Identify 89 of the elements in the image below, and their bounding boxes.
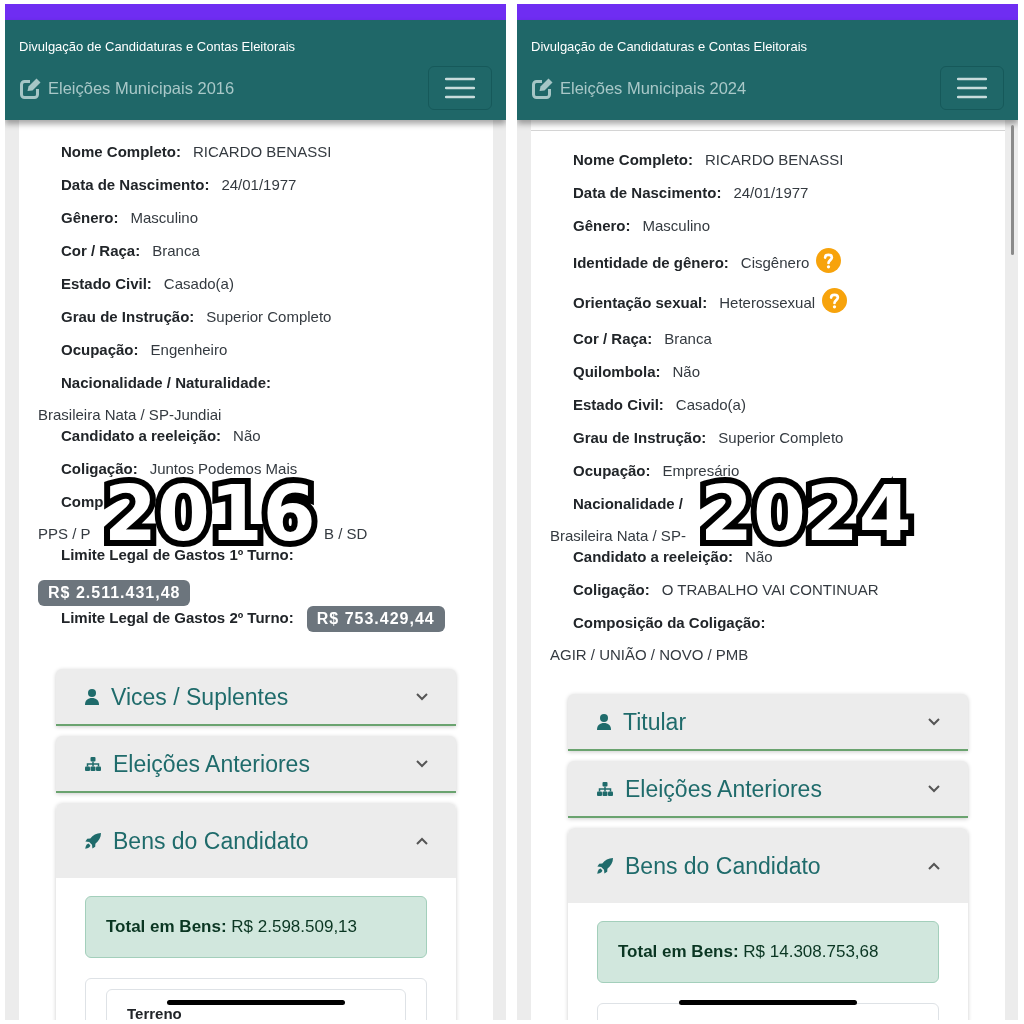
field-label: Ocupação: [573, 461, 651, 482]
chevron-down-icon [928, 717, 940, 726]
field-value: Branca [152, 241, 200, 262]
field-value: Heterossexual [719, 292, 816, 313]
field-label: Limite Legal de Gastos 2º Turno: [61, 608, 294, 629]
field-value: Masculino [642, 216, 711, 237]
field-label: Quilombola: [573, 362, 661, 383]
field-value: RICARDO BENASSI [705, 150, 844, 171]
field-label: Data de Nascimento: [61, 175, 210, 196]
field-value: Engenheiro [150, 340, 228, 361]
field-label: Grau de Instrução: [573, 428, 707, 449]
field-value: Brasileira Nata / SP- [550, 527, 686, 545]
field-label: Estado Civil: [61, 274, 152, 295]
field-value: Não [672, 362, 701, 383]
field-label: Limite Legal de Gastos 1º Turno: [61, 546, 294, 566]
amount-badge: R$ 753.429,44 [306, 605, 445, 632]
field-label: Nome Completo: [573, 150, 693, 171]
field-value: Cisgênero [740, 252, 810, 273]
field-label: Data de Nascimento: [573, 183, 722, 204]
field-value: Branca [664, 329, 712, 350]
edit-icon [531, 77, 554, 99]
year-overlay: 2016 [104, 479, 316, 549]
accordion-header[interactable]: Eleições Anteriores [56, 736, 456, 793]
field-label: Candidato a reeleição: [573, 547, 734, 568]
scrollbar[interactable] [1011, 125, 1014, 255]
field-value: B / SD [324, 525, 368, 543]
person-icon [597, 713, 611, 730]
field-label: Estado Civil: [573, 395, 664, 416]
person-icon [85, 688, 99, 705]
field-value: AGIR / UNIÃO / NOVO / PMB [550, 646, 749, 664]
site-title: Divulgação de Candidaturas e Contas Eleitorais [531, 38, 808, 56]
accordion-header[interactable]: Vices / Suplentes [56, 669, 456, 726]
field-value: Brasileira Nata / SP-Jundiai [38, 406, 222, 424]
election-link[interactable]: Eleições Municipais 2016 [19, 75, 235, 101]
field-label: Cor / Raça: [573, 329, 653, 350]
field-label: Nacionalidade / Naturalidade: [61, 373, 272, 394]
menu-button[interactable] [940, 66, 1004, 110]
chevron-up-icon [416, 836, 428, 845]
total-assets-alert: Total em Bens: R$ 2.598.509,13 [85, 896, 427, 958]
field-label: Gênero: [573, 216, 631, 237]
menu-icon [957, 77, 987, 99]
amount-badge: R$ 2.511.431,48 [38, 580, 191, 606]
field-label: Orientação sexual: [573, 292, 708, 313]
field-value: Juntos Podemos Mais [149, 459, 298, 478]
accordion-header[interactable]: Eleições Anteriores [568, 761, 968, 818]
election-link[interactable]: Eleições Municipais 2024 [531, 75, 747, 101]
field-value: Superior Completo [718, 428, 844, 449]
chevron-down-icon [416, 759, 428, 768]
field-label: Grau de Instrução: [61, 307, 195, 328]
field-label: Ocupação: [61, 340, 139, 361]
chevron-down-icon [928, 784, 940, 793]
accordion-header[interactable]: Bens do Candidato [56, 803, 456, 878]
field-value: Casado(a) [163, 274, 234, 295]
asset-name: Terreno [127, 1005, 182, 1020]
field-value: Não [745, 547, 773, 568]
menu-icon [445, 77, 475, 99]
field-value: Não [233, 426, 261, 447]
sitemap-icon [85, 756, 101, 771]
help-icon[interactable] [822, 288, 848, 313]
field-value: Superior Completo [206, 307, 332, 328]
field-label: Comp [61, 492, 104, 513]
field-value: O TRABALHO VAI CONTINUAR [661, 580, 879, 601]
field-label: Composição da Coligação: [573, 613, 766, 634]
field-value: PPS / P [38, 525, 91, 543]
chevron-down-icon [416, 692, 428, 701]
edit-icon [19, 77, 42, 99]
total-assets-alert: Total em Bens: R$ 14.308.753,68 [597, 921, 939, 983]
sitemap-icon [597, 781, 613, 796]
field-value: Casado(a) [675, 395, 746, 416]
field-label: Nacionalidade / [573, 494, 684, 515]
accordion-header[interactable]: Titular [568, 694, 968, 751]
menu-button[interactable] [428, 66, 492, 110]
field-value: Masculino [130, 208, 199, 229]
site-title: Divulgação de Candidaturas e Contas Eleitorais [19, 38, 296, 56]
help-icon[interactable] [816, 248, 842, 273]
field-value: 24/01/1977 [733, 183, 809, 204]
field-value: RICARDO BENASSI [193, 142, 332, 163]
field-label: Coligação: [61, 459, 138, 478]
accordion-header[interactable]: Bens do Candidato [568, 828, 968, 903]
rocket-icon [85, 832, 101, 849]
field-label: Coligação: [573, 580, 650, 601]
chevron-up-icon [928, 861, 940, 870]
field-label: Nome Completo: [61, 142, 181, 163]
field-label: Cor / Raça: [61, 241, 141, 262]
field-value: 24/01/1977 [221, 175, 297, 196]
field-label: Gênero: [61, 208, 119, 229]
rocket-icon [597, 857, 613, 874]
field-label: Candidato a reeleição: [61, 426, 222, 447]
field-label: Identidade de gênero: [573, 252, 729, 273]
